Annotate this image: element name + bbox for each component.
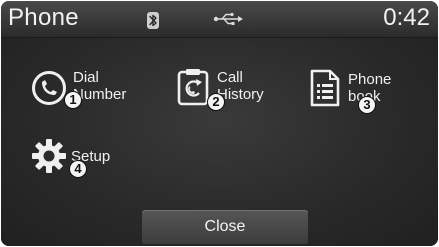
call-history-label-line1: Call bbox=[217, 69, 243, 86]
call-history-icon bbox=[177, 69, 209, 106]
close-button[interactable]: Close bbox=[142, 210, 308, 244]
gear-icon bbox=[32, 139, 66, 173]
setup-button[interactable]: Setup 4 bbox=[31, 138, 131, 180]
bluetooth-icon bbox=[147, 12, 159, 29]
phone-screen: Phone 0:42 Dial Number 1 Call History 2 … bbox=[1, 1, 438, 246]
dial-number-label-line1: Dial bbox=[73, 69, 99, 86]
clock: 0:42 bbox=[383, 4, 430, 31]
callout-badge-1: 1 bbox=[64, 91, 82, 109]
callout-badge-4: 4 bbox=[69, 160, 87, 178]
handset-icon bbox=[32, 71, 66, 105]
callout-badge-2: 2 bbox=[207, 93, 225, 111]
phonebook-button[interactable]: Phone book 3 bbox=[310, 69, 410, 114]
usb-icon bbox=[213, 12, 243, 25]
status-bar: Phone 0:42 bbox=[1, 1, 438, 38]
app-title: Phone bbox=[8, 4, 79, 31]
phonebook-label-line1: Phone bbox=[348, 71, 392, 88]
callout-badge-3: 3 bbox=[358, 96, 376, 114]
dial-number-button[interactable]: Dial Number 1 bbox=[31, 69, 141, 110]
phonebook-icon bbox=[310, 69, 340, 107]
call-history-button[interactable]: Call History 2 bbox=[177, 68, 277, 111]
